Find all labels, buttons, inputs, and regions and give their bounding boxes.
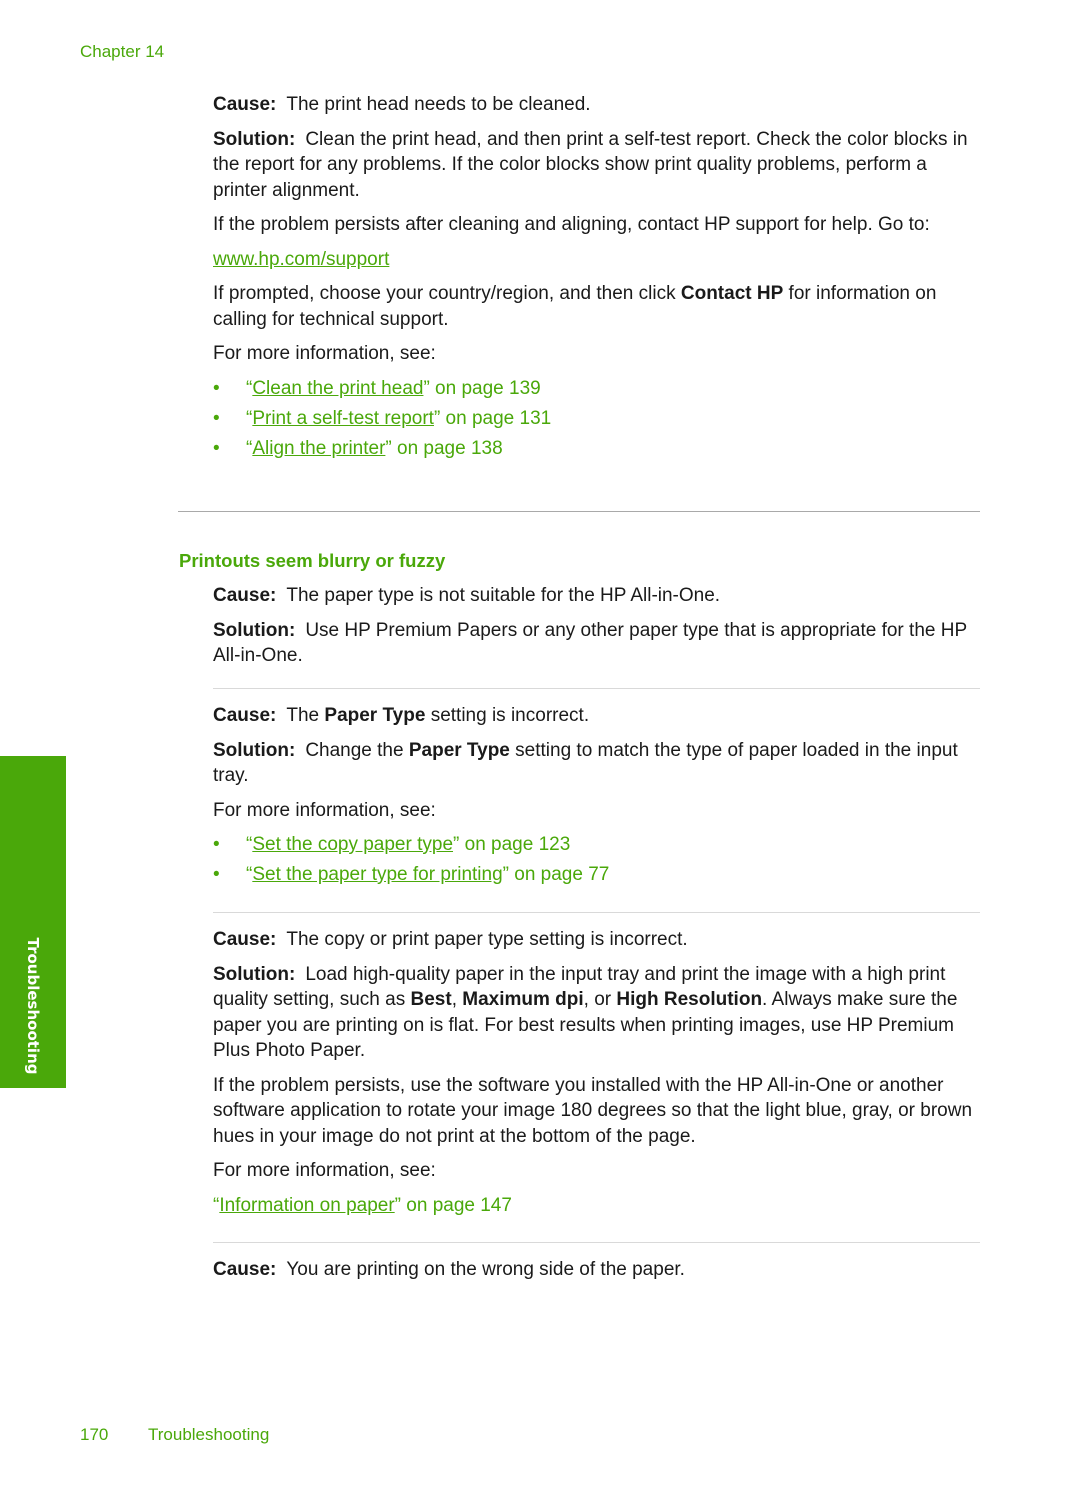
link-align-printer[interactable]: Align the printer [252,438,385,459]
cause-text: You are printing on the wrong side of th… [286,1259,685,1280]
bullet-icon: • [213,407,220,429]
cause-label: Cause: [213,705,277,726]
bullet-icon: • [213,864,220,885]
solution-label: Solution: [213,619,296,641]
link-self-test-report[interactable]: Print a self-test report [252,408,434,429]
reference-list: • “Clean the print head” on page 139 • “… [213,376,983,466]
bullet-icon: • [213,437,220,459]
paper-type-label: Paper Type [324,705,426,726]
link-information-on-paper[interactable]: Information on paper [219,1195,394,1216]
contact-hp-label: Contact HP [680,283,784,304]
link-paper-type-printing[interactable]: Set the paper type for printing [252,864,502,885]
block-divider [213,1242,980,1243]
cause-label: Cause: [213,929,277,950]
paper-type-label: Paper Type [408,739,510,761]
cause-label: Cause: [213,1259,277,1280]
section-print-head: Cause: The print head needs to be cleaned… [213,92,983,466]
solution-text: Use HP Premium Papers or any other paper… [213,619,967,667]
block-divider [213,912,980,913]
link-copy-paper-type[interactable]: Set the copy paper type [252,834,453,855]
bullet-icon: • [213,834,220,855]
page-ref: ” on page 131 [433,407,552,429]
page-ref: ” on page 147 [394,1194,512,1216]
prompt-paragraph: If prompted, choose your country/region,… [213,281,983,332]
section-divider [178,511,980,512]
link-clean-print-head[interactable]: Clean the print head [252,378,423,399]
cause-block-paper-type-setting: Cause: The Paper Type setting is incorrec… [213,703,983,892]
reference-list: • “Set the copy paper type” on page 123 … [213,832,983,892]
prompt-text: If prompted, choose your country/region,… [213,283,681,304]
cause-block-paper-type: Cause: The paper type is not suitable for… [213,583,983,669]
more-info-label: For more information, see: [213,799,436,821]
cause-text: The paper type is not suitable for the H… [286,585,721,606]
solution-label: Solution: [213,739,296,761]
more-info-label: For more information, see: [213,343,436,364]
support-link[interactable]: www.hp.com/support [213,249,389,270]
high-resolution-label: High Resolution [616,989,763,1010]
cause-text: The copy or print paper type setting is … [286,929,688,950]
bullet-icon: • [213,377,220,399]
cause-text: The print head needs to be cleaned. [286,94,591,115]
page-ref: ” on page 77 [502,864,610,885]
cause-label: Cause: [213,94,277,115]
solution-label: Solution: [213,128,296,150]
solution-paragraph: Solution: Clean the print head, and then … [213,127,983,204]
solution-text: Change the [305,739,409,761]
maximum-dpi-label: Maximum dpi [462,989,584,1010]
solution-label: Solution: [213,963,296,985]
chapter-header: Chapter 14 [80,42,165,61]
page-ref: ” on page 123 [453,834,571,855]
cause-block-quality-setting: Cause: The copy or print paper type setti… [213,927,983,1218]
page-ref: ” on page 139 [423,377,541,399]
best-label: Best [410,989,452,1010]
section-heading: Printouts seem blurry or fuzzy [179,550,446,571]
side-tab-label: Troubleshooting [24,937,42,1075]
cause-text: The [286,705,325,726]
more-info-label: For more information, see: [213,1160,436,1181]
page-number: 170 [80,1425,109,1444]
cause-block-wrong-side: Cause: You are printing on the wrong side… [213,1257,983,1283]
cause-text-end: setting is incorrect. [425,705,590,726]
persist-paragraph: If the problem persists, use the softwar… [213,1074,973,1147]
page-ref: ” on page 138 [385,437,503,459]
reference-item: “Information on paper” on page 147 [213,1194,512,1216]
block-divider [213,688,980,689]
persist-paragraph: If the problem persists after cleaning a… [213,214,930,235]
solution-text: Clean the print head, and then print a s… [213,128,968,201]
cause-paragraph: Cause: The print head needs to be cleaned… [213,92,983,118]
cause-label: Cause: [213,585,277,606]
footer-section-title: Troubleshooting [148,1425,270,1444]
